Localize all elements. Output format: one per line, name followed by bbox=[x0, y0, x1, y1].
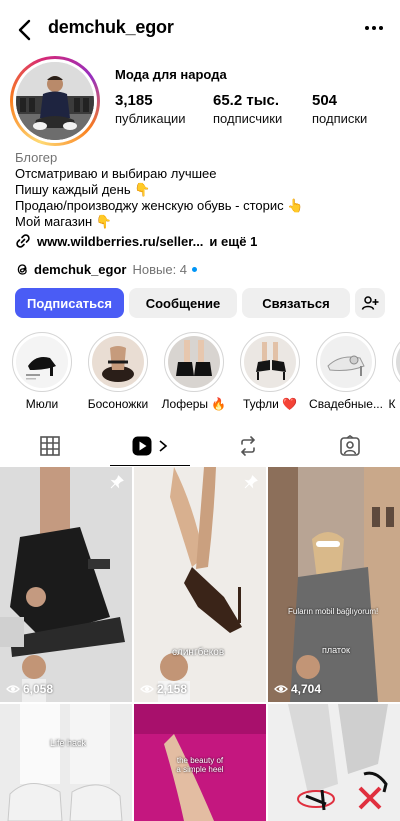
stat-followers-label: подписчики bbox=[213, 111, 283, 126]
tab-reels[interactable] bbox=[110, 426, 190, 466]
threads-username: demchuk_egor bbox=[34, 262, 127, 277]
threads-new-dot bbox=[192, 267, 198, 272]
bio-line: Мой магазин 👇 bbox=[15, 214, 112, 229]
highlight-sandals-photo bbox=[102, 346, 134, 382]
stat-posts-label: публикации bbox=[115, 111, 186, 126]
eye-icon bbox=[274, 685, 288, 693]
highlight-wedding-photo bbox=[327, 355, 365, 376]
stat-followers[interactable]: 65.2 тыс. подписчики bbox=[213, 92, 282, 126]
highlight-mules-photo bbox=[26, 357, 56, 380]
profile-link[interactable]: www.wildberries.ru/seller... и ещё 1 bbox=[15, 233, 257, 249]
reel-views: 2,158 bbox=[140, 682, 187, 696]
profile-tabs bbox=[0, 426, 400, 466]
profile-avatar[interactable] bbox=[10, 56, 100, 146]
chevron-right-icon bbox=[159, 439, 168, 452]
reel-views-count: 4,704 bbox=[291, 682, 322, 696]
highlight-item[interactable]: Босоножки bbox=[86, 332, 150, 411]
reel-overlay-text: Fuların mobil bağlıyorum! bbox=[288, 607, 379, 616]
add-person-icon bbox=[361, 296, 379, 310]
highlight-item[interactable]: К bbox=[389, 332, 400, 411]
grid-item[interactable]: 6,058 bbox=[0, 467, 132, 702]
reel-thumbnail bbox=[268, 467, 400, 702]
reel-views-count: 2,158 bbox=[157, 682, 188, 696]
link-icon bbox=[16, 234, 30, 248]
pin-icon bbox=[110, 475, 124, 489]
grid-item[interactable]: Fuların mobil bağlıyorum! платок 4,704 bbox=[268, 467, 400, 702]
highlight-label: Босоножки bbox=[87, 397, 149, 411]
grid-item[interactable]: Life hack bbox=[0, 704, 132, 821]
grid-item[interactable]: the beauty of a simple heel bbox=[134, 704, 266, 821]
highlight-label: Туфли ❤️ bbox=[242, 397, 298, 411]
tagged-person-icon bbox=[340, 435, 360, 456]
reel-caption: Life hack bbox=[50, 738, 87, 748]
profile-username: demchuk_egor bbox=[48, 17, 174, 37]
profile-more-links[interactable]: и ещё 1 bbox=[209, 234, 257, 249]
reel-views: 6,058 bbox=[6, 682, 53, 696]
tab-reposts[interactable] bbox=[198, 426, 298, 466]
eye-icon bbox=[140, 685, 154, 693]
grid-item[interactable] bbox=[268, 704, 400, 821]
highlight-item[interactable]: Свадебные... bbox=[309, 332, 383, 411]
tab-posts-grid[interactable] bbox=[0, 426, 100, 466]
highlight-item[interactable]: Туфли ❤️ bbox=[238, 332, 302, 411]
stat-following-label: подписки bbox=[312, 111, 368, 126]
reel-caption: the beauty of a simple heel bbox=[176, 756, 224, 774]
highlight-label: Свадебные... bbox=[309, 397, 383, 411]
profile-category: Блогер bbox=[15, 150, 58, 165]
avatar-photo bbox=[16, 62, 94, 140]
reel-views-count: 6,058 bbox=[23, 682, 54, 696]
profile-link-url[interactable]: www.wildberries.ru/seller... bbox=[37, 234, 203, 249]
stat-following[interactable]: 504 подписки bbox=[312, 92, 367, 126]
story-highlights: Мюли Босоножки Лоферы 🔥 Туфли ❤️ Свадебн… bbox=[0, 332, 400, 416]
back-arrow-icon[interactable] bbox=[12, 16, 40, 44]
reel-thumbnail bbox=[0, 467, 132, 702]
threads-icon bbox=[17, 264, 27, 275]
grid-icon bbox=[40, 436, 60, 456]
profile-display-name: Мода для народа bbox=[115, 67, 227, 82]
profile-bio: Блогер Отсматриваю и выбираю лучшее Пишу… bbox=[15, 150, 395, 230]
bio-line: Продаю/производжу женскую обувь - сторис… bbox=[15, 198, 304, 213]
highlight-label: К bbox=[388, 397, 396, 411]
stat-posts[interactable]: 3,185 публикации bbox=[115, 92, 186, 126]
grid-item[interactable]: слингбеков 2,158 bbox=[134, 467, 266, 702]
highlight-loafers-photo bbox=[176, 340, 212, 376]
highlight-label: Лоферы 🔥 bbox=[161, 397, 227, 411]
message-button[interactable]: Сообщение bbox=[129, 288, 237, 318]
follow-button[interactable]: Подписаться bbox=[15, 288, 124, 318]
threads-badge[interactable]: demchuk_egor Новые: 4 bbox=[15, 262, 198, 277]
repost-icon bbox=[240, 436, 256, 456]
reel-caption: слингбеков bbox=[172, 647, 225, 658]
top-bar: demchuk_egor bbox=[0, 0, 400, 56]
highlight-pumps-photo bbox=[256, 342, 286, 380]
pin-icon bbox=[244, 475, 258, 489]
highlight-item[interactable]: Лоферы 🔥 bbox=[162, 332, 226, 411]
reel-thumbnail bbox=[0, 704, 132, 821]
stat-followers-value: 65.2 тыс. bbox=[213, 92, 280, 109]
reel-views: 4,704 bbox=[274, 682, 321, 696]
reel-caption: платок bbox=[322, 645, 350, 655]
highlight-item[interactable]: Мюли bbox=[10, 332, 74, 411]
reels-icon bbox=[132, 436, 152, 455]
contact-button[interactable]: Связаться bbox=[242, 288, 350, 318]
more-options-icon[interactable] bbox=[362, 18, 386, 38]
stat-following-value: 504 bbox=[312, 92, 338, 109]
highlight-label: Мюли bbox=[25, 397, 59, 411]
reel-thumbnail bbox=[268, 704, 400, 821]
eye-icon bbox=[6, 685, 20, 693]
tab-tagged[interactable] bbox=[300, 426, 400, 466]
stat-posts-value: 3,185 bbox=[115, 92, 153, 109]
reel-thumbnail bbox=[134, 467, 266, 702]
suggested-people-button[interactable] bbox=[355, 288, 385, 318]
bio-line: Отсматриваю и выбираю лучшее bbox=[15, 166, 217, 181]
threads-new-count: Новые: 4 bbox=[132, 262, 188, 277]
bio-line: Пишу каждый день 👇 bbox=[15, 182, 151, 197]
